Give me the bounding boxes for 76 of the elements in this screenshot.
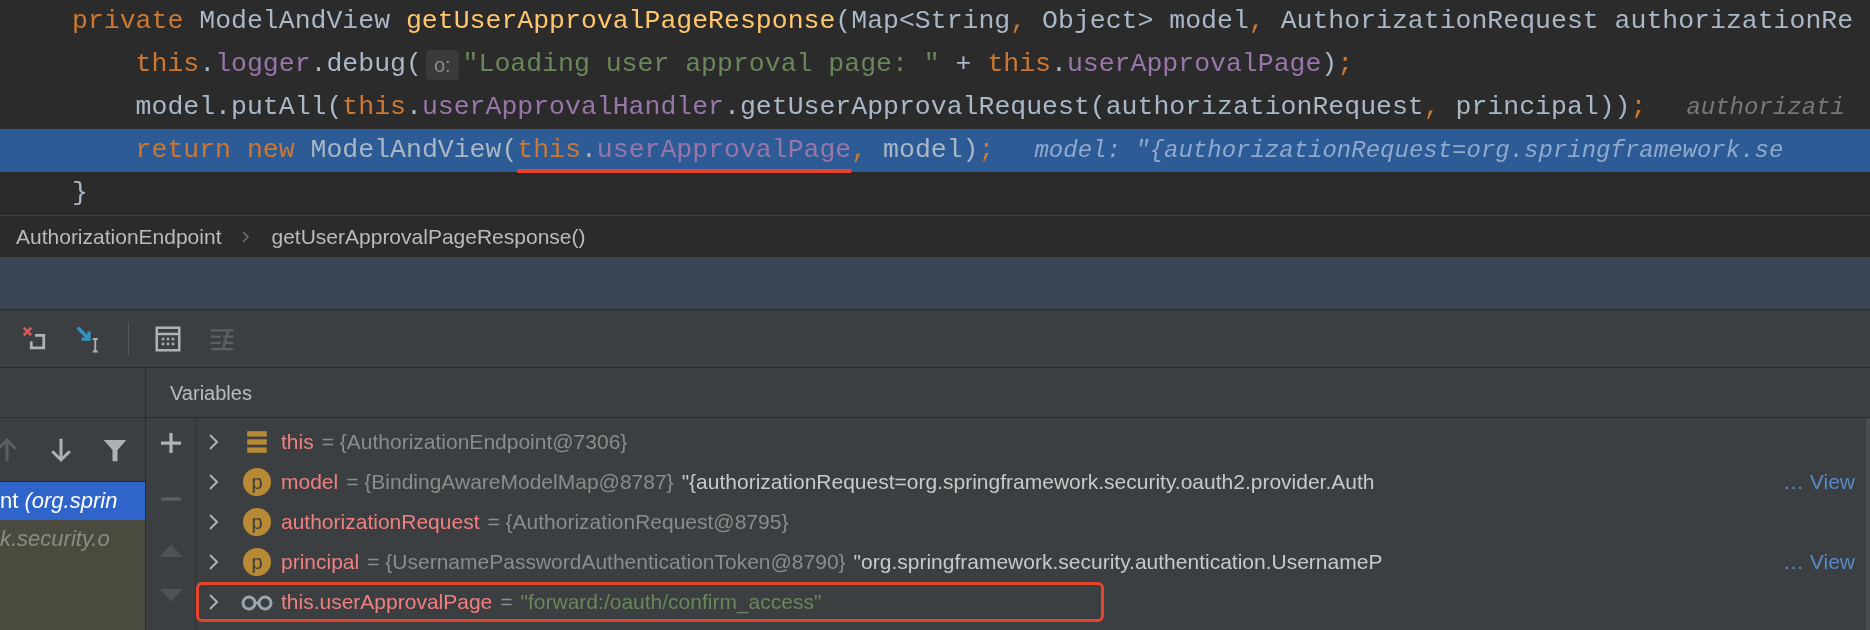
code-token: . (580, 133, 597, 167)
code-token: , (851, 133, 868, 167)
variable-value: = {UsernamePasswordAuthenticationToken@8790} (367, 549, 846, 576)
code-token: userApprovalPage (1066, 47, 1322, 81)
code-token: . (199, 47, 216, 81)
inline-value: model: "{authorizationRequest=org.springframework.se (1034, 135, 1784, 166)
code-token: return (135, 133, 232, 167)
code-token: this (987, 47, 1051, 81)
variable-name: this (281, 429, 314, 456)
variable-value: = {BindingAwareModelMap@8787} (346, 469, 674, 496)
code-token: .debug( (310, 47, 422, 81)
parameter-badge: p (243, 548, 271, 576)
chevron-icon (241, 229, 252, 244)
code-token: ; (1337, 47, 1354, 81)
code-token: this (517, 133, 581, 167)
code-token: this (135, 47, 200, 81)
chevron-right-icon[interactable] (207, 553, 221, 571)
value-text: "{authorizationRequest=org.springframework.security.oauth2.provider.Auth (681, 469, 1375, 496)
parameter-hint: o: (425, 49, 459, 80)
code-token: ModelAndView( (309, 133, 518, 167)
variable-row[interactable]: p authorizationRequest = {AuthorizationRequest@8795} (196, 502, 1858, 542)
stack-frame[interactable]: nt (org.sprin (0, 482, 145, 520)
stack-frame[interactable]: k.security.o (0, 520, 145, 630)
breadcrumb-item[interactable]: getUserApprovalPageResponse() (271, 220, 586, 253)
variable-row[interactable]: this = {AuthorizationEndpoint@7306} (196, 422, 1858, 462)
code-token: getUserApprovalPageResponse (405, 4, 836, 38)
code-token: logger (215, 47, 311, 81)
code-token: } (72, 176, 88, 210)
view-link[interactable]: … View (1783, 466, 1855, 498)
code-token: + (954, 47, 973, 81)
code-token: model.putAll( (135, 90, 343, 124)
string-value: "forward:/oauth/confirm_access" (520, 589, 822, 616)
code-token: (Map<String (835, 4, 1011, 38)
highlighted-variable-row[interactable]: this.userApprovalPage = "forward:/oauth/confirm_access" (196, 582, 1105, 622)
code-token: model) (882, 133, 979, 167)
code-token: . (1051, 47, 1067, 81)
code-token: private (72, 4, 184, 38)
variable-name: authorizationRequest (281, 509, 480, 536)
inline-value: authorizati (1686, 92, 1845, 123)
variable-value: = {AuthorizationRequest@8795} (487, 509, 789, 536)
code-editor[interactable] (0, 0, 1870, 215)
code-token: principal)) (1454, 90, 1631, 124)
chevron-right-icon[interactable] (207, 433, 221, 451)
code-token: this (342, 90, 406, 124)
code-token: Object> model (1041, 4, 1249, 38)
variable-value: = {AuthorizationEndpoint@7306} (321, 429, 628, 456)
code-token: , (1423, 90, 1440, 124)
chevron-right-icon[interactable] (207, 593, 221, 611)
view-link[interactable]: … View (1783, 546, 1855, 578)
code-token: .getUserApprovalRequest(authorizationRequest (724, 90, 1424, 124)
code-token: ModelAndView (198, 4, 392, 38)
variable-value: = (500, 589, 513, 616)
panel-title: Variables (170, 380, 252, 406)
variable-row[interactable]: p model = {BindingAwareModelMap@8787} "{authorizationRequest=org.springframework.security.oauth2.provider.Auth … View (196, 462, 1858, 502)
variable-name: model (281, 469, 339, 496)
code-token: AuthorizationRequest authorizationRe (1279, 4, 1854, 38)
code-token: ) (1321, 47, 1338, 81)
code-token: , (1010, 4, 1027, 38)
code-token: , (1248, 4, 1265, 38)
variable-name: this.userApprovalPage (281, 589, 493, 616)
breadcrumb-item[interactable]: AuthorizationEndpoint (16, 220, 222, 253)
parameter-badge: p (243, 468, 271, 496)
code-token: . (405, 90, 422, 124)
code-token: new (245, 133, 295, 167)
code-token: ; (1630, 90, 1647, 124)
parameter-badge: p (243, 508, 271, 536)
variable-name: principal (281, 549, 360, 576)
code-token: ; (978, 133, 995, 167)
code-token: userApprovalHandler (421, 90, 725, 124)
value-text: "org.springframework.security.authentication.UsernameP (853, 549, 1383, 576)
variable-row[interactable]: p principal = {UsernamePasswordAuthenticationToken@8790} "org.springframework.security.authentication.UsernameP … View (196, 542, 1858, 582)
code-token: "Loading user approval page: " (462, 47, 940, 81)
chevron-right-icon[interactable] (207, 513, 221, 531)
code-token: userApprovalPage (596, 133, 852, 167)
chevron-right-icon[interactable] (207, 473, 221, 491)
stack-icon (244, 429, 270, 455)
